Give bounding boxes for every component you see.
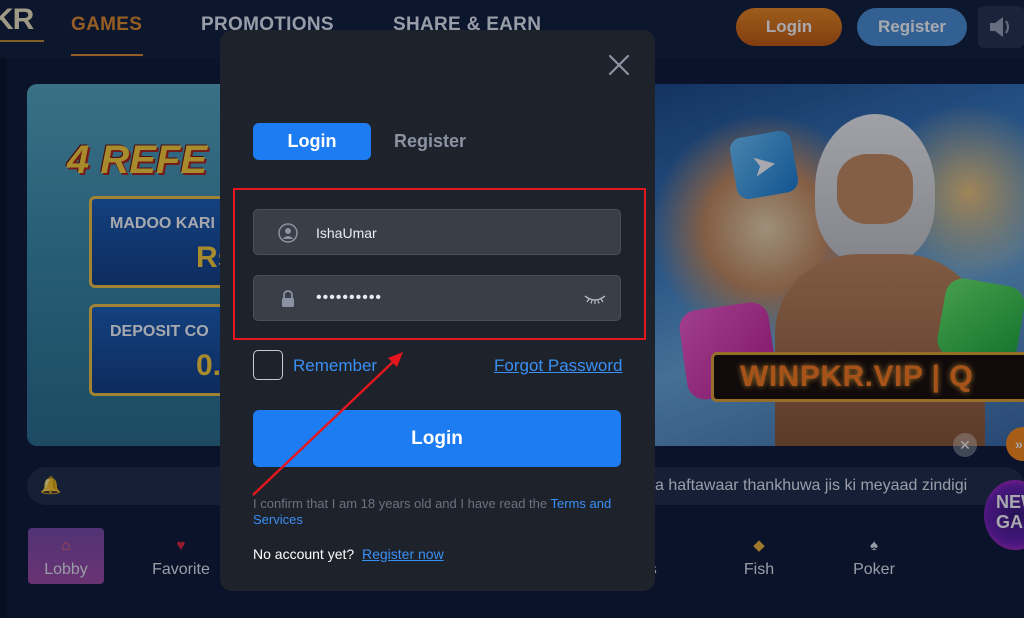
login-submit-button[interactable]: Login — [253, 410, 621, 467]
login-modal: Login Register IshaUmar •••••••••• Remem… — [220, 30, 655, 591]
close-button[interactable] — [606, 52, 632, 78]
register-now-link[interactable]: Register now — [362, 546, 444, 562]
user-icon — [278, 223, 298, 243]
no-account-text: No account yet? — [253, 546, 355, 562]
password-field[interactable]: •••••••••• — [253, 275, 621, 321]
password-value: •••••••••• — [316, 289, 383, 306]
forgot-password-link[interactable]: Forgot Password — [494, 356, 623, 376]
username-value: IshaUmar — [316, 225, 377, 241]
close-icon — [608, 54, 630, 76]
eye-closed-icon[interactable] — [584, 292, 606, 306]
terms-notice: I confirm that I am 18 years old and I h… — [253, 496, 621, 528]
tab-login[interactable]: Login — [253, 123, 371, 160]
tab-register[interactable]: Register — [383, 123, 477, 160]
lock-icon — [282, 290, 294, 307]
remember-label[interactable]: Remember — [293, 356, 377, 376]
remember-checkbox[interactable] — [253, 350, 283, 380]
terms-text: I confirm that I am 18 years old and I h… — [253, 496, 551, 511]
username-field[interactable]: IshaUmar — [253, 209, 621, 255]
